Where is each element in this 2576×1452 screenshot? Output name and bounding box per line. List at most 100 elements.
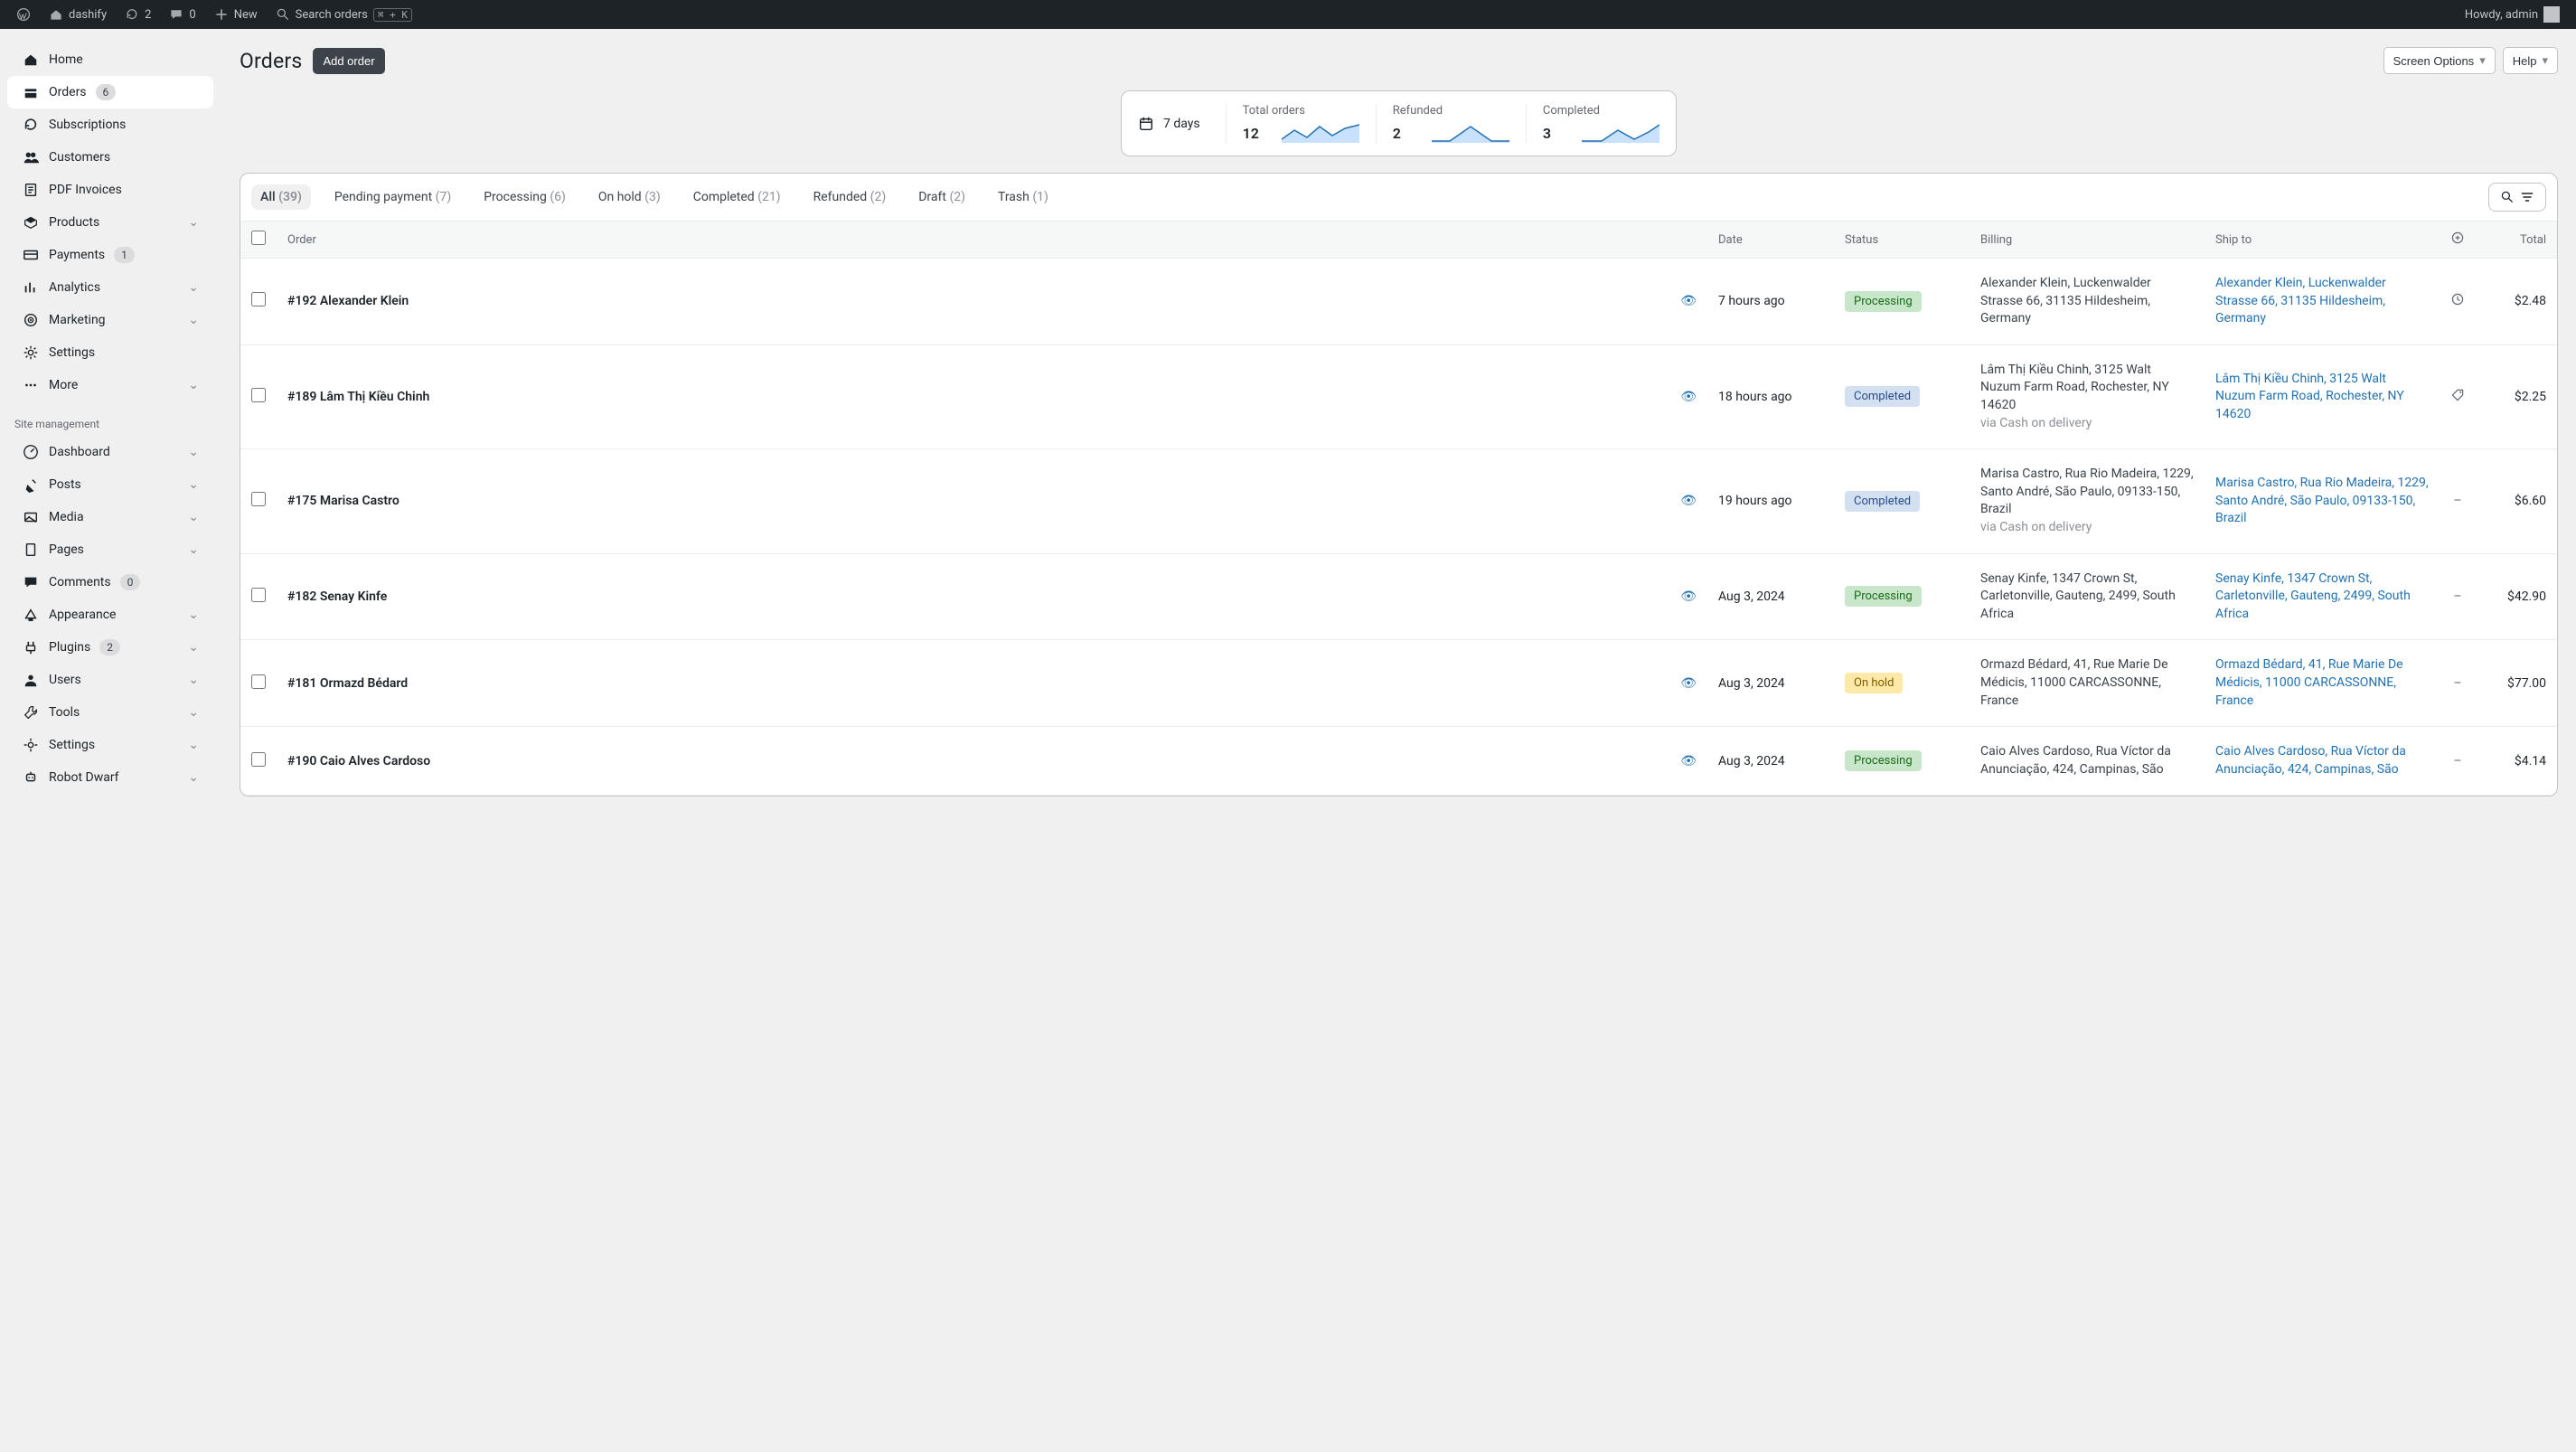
chevron-down-icon: ⌄ [188, 445, 199, 459]
sidebar-item-comments[interactable]: Comments 0 [7, 566, 213, 599]
tab-refunded[interactable]: Refunded (2) [804, 184, 896, 210]
tab-label: On hold [598, 190, 642, 204]
tab-pending[interactable]: Pending payment (7) [325, 184, 460, 210]
tab-label: Trash [998, 190, 1029, 204]
order-title[interactable]: #182 Senay Kinfe [287, 589, 387, 604]
sidebar-item-wp_settings[interactable]: Settings ⌄ [7, 729, 213, 761]
preview-eye-icon[interactable]: 👁 [1680, 390, 1697, 404]
updates-count: 2 [145, 8, 151, 22]
sidebar-item-subscriptions[interactable]: Subscriptions [7, 108, 213, 141]
more-icon [22, 376, 40, 394]
sidebar-item-payments[interactable]: Payments 1 [7, 239, 213, 271]
appearance-icon [22, 606, 40, 624]
tab-count: (3) [644, 190, 661, 204]
order-title[interactable]: #175 Marisa Castro [287, 494, 400, 508]
ship-to-link[interactable]: Alexander Klein, Luckenwalder Strasse 66… [2215, 276, 2386, 325]
plugins-icon [22, 638, 40, 656]
help-button[interactable]: Help ▾ [2503, 47, 2558, 74]
metric-completed-label: Completed [1543, 104, 1659, 118]
ship-to-link[interactable]: Lâm Thị Kiều Chinh, 3125 Walt Nuzum Farm… [2215, 372, 2404, 421]
sidebar-item-appearance[interactable]: Appearance ⌄ [7, 599, 213, 631]
ship-to-link[interactable]: Senay Kinfe, 1347 Crown St, Carletonvill… [2215, 571, 2411, 621]
tab-completed[interactable]: Completed (21) [684, 184, 790, 210]
preview-eye-icon[interactable]: 👁 [1680, 676, 1697, 691]
sidebar-item-analytics[interactable]: Analytics ⌄ [7, 271, 213, 304]
sidebar-item-label: Users [49, 673, 81, 687]
tab-all[interactable]: All (39) [251, 184, 311, 210]
orders-table: Order Date Status Billing Ship to Total … [240, 222, 2557, 796]
orders-list-card: All (39) Pending payment (7) Processing (6… [240, 173, 2558, 797]
sidebar-item-marketing[interactable]: Marketing ⌄ [7, 304, 213, 336]
billing-address: Caio Alves Cardoso, Rua Víctor da Anunci… [1980, 743, 2194, 778]
col-date: Date [1707, 222, 1834, 259]
chevron-down-icon: ⌄ [188, 640, 199, 655]
preview-eye-icon[interactable]: 👁 [1680, 294, 1697, 308]
ship-to-link[interactable]: Ormazd Bédard, 41, Rue Marie De Médicis,… [2215, 657, 2403, 707]
comments[interactable]: 0 [160, 0, 204, 29]
sidebar-item-tools[interactable]: Tools ⌄ [7, 696, 213, 729]
screen-options-button[interactable]: Screen Options ▾ [2383, 47, 2496, 74]
status-badge: Completed [1845, 386, 1920, 407]
sidebar-item-robot[interactable]: Robot Dwarf ⌄ [7, 761, 213, 794]
order-title[interactable]: #181 Ormazd Bédard [287, 676, 408, 691]
sidebar-item-posts[interactable]: Posts ⌄ [7, 468, 213, 501]
order-title[interactable]: #192 Alexander Klein [287, 294, 409, 308]
order-total: $77.00 [2507, 676, 2546, 691]
sidebar-item-pdf[interactable]: PDF Invoices [7, 174, 213, 206]
preview-eye-icon[interactable]: 👁 [1680, 589, 1697, 604]
tag-icon [2450, 388, 2465, 402]
row-checkbox[interactable] [251, 674, 266, 689]
search-orders[interactable]: Search orders ⌘ + K [267, 0, 421, 29]
sidebar-item-home[interactable]: Home [7, 43, 213, 76]
row-checkbox[interactable] [251, 388, 266, 402]
select-all-checkbox[interactable] [251, 231, 266, 245]
sidebar-item-more[interactable]: More ⌄ [7, 369, 213, 401]
sidebar-item-pages[interactable]: Pages ⌄ [7, 533, 213, 566]
tab-processing[interactable]: Processing (6) [475, 184, 575, 210]
sidebar-item-plugins[interactable]: Plugins 2 ⌄ [7, 631, 213, 664]
search-filter-button[interactable] [2488, 183, 2546, 212]
sidebar-item-orders[interactable]: Orders 6 [7, 76, 213, 108]
tab-trash[interactable]: Trash (1) [989, 184, 1058, 210]
preview-eye-icon[interactable]: 👁 [1680, 494, 1697, 508]
sidebar-item-products[interactable]: Products ⌄ [7, 206, 213, 239]
ship-to-link[interactable]: Marisa Castro, Rua Rio Madeira, 1229, Sa… [2215, 476, 2429, 525]
wp-logo[interactable] [7, 0, 40, 29]
sparkline-total-icon [1282, 123, 1359, 143]
new-content[interactable]: New [205, 0, 267, 29]
sidebar-item-media[interactable]: Media ⌄ [7, 501, 213, 533]
sidebar-item-settings[interactable]: Settings [7, 336, 213, 369]
users-icon [22, 671, 40, 689]
tab-count: (6) [550, 190, 566, 204]
updates[interactable]: 2 [116, 0, 160, 29]
tab-draft[interactable]: Draft (2) [909, 184, 974, 210]
status-badge: On hold [1845, 673, 1903, 693]
order-title[interactable]: #190 Caio Alves Cardoso [287, 754, 430, 768]
ship-to-link[interactable]: Caio Alves Cardoso, Rua Víctor da Anunci… [2215, 744, 2406, 777]
preview-eye-icon[interactable]: 👁 [1680, 754, 1697, 768]
order-date: 19 hours ago [1718, 494, 1792, 508]
payments-icon [22, 246, 40, 264]
row-checkbox[interactable] [251, 752, 266, 767]
sidebar-item-label: Settings [49, 345, 95, 360]
sidebar-item-users[interactable]: Users ⌄ [7, 664, 213, 696]
calendar-icon [1138, 116, 1154, 132]
site-name[interactable]: dashify [40, 0, 116, 29]
order-title[interactable]: #189 Lâm Thị Kiều Chinh [287, 390, 429, 404]
chevron-down-icon: ▾ [2479, 53, 2486, 68]
add-order-button[interactable]: Add order [313, 48, 384, 74]
tab-onhold[interactable]: On hold (3) [589, 184, 670, 210]
avatar [2543, 6, 2560, 23]
sidebar-item-label: Products [49, 215, 99, 230]
new-label: New [234, 8, 258, 22]
sidebar-item-label: Posts [49, 477, 81, 492]
row-checkbox[interactable] [251, 588, 266, 602]
row-checkbox[interactable] [251, 292, 266, 306]
tab-label: Processing [484, 190, 547, 204]
order-date: Aug 3, 2024 [1718, 676, 1785, 691]
sidebar-item-dashboard[interactable]: Dashboard ⌄ [7, 436, 213, 468]
sidebar-item-customers[interactable]: Customers [7, 141, 213, 174]
howdy-user[interactable]: Howdy, admin [2456, 0, 2569, 29]
row-checkbox[interactable] [251, 492, 266, 506]
dash-icon: – [2453, 754, 2461, 768]
